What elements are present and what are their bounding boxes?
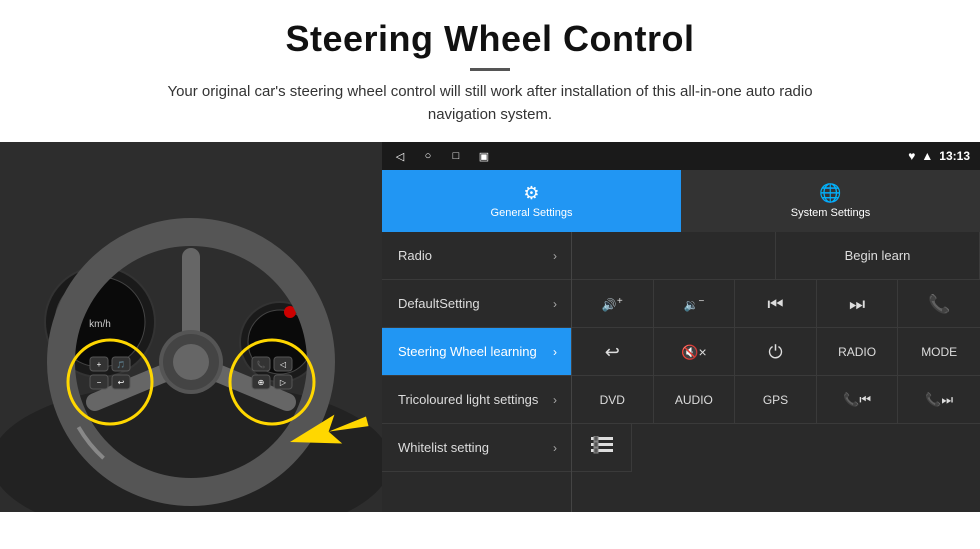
list-icon [591, 436, 613, 459]
system-settings-icon: 🌐 [819, 183, 841, 204]
header-divider [470, 68, 510, 71]
chevron-right-icon: › [553, 297, 557, 311]
screenshot-nav-icon[interactable]: ▣ [476, 148, 492, 164]
svg-text:▷: ▷ [280, 378, 287, 387]
menu-whitelist-label: Whitelist setting [398, 440, 489, 455]
tab-general-label: General Settings [491, 207, 573, 219]
wifi-icon: ♥ [908, 149, 915, 163]
main-content: km/h [0, 142, 980, 512]
controls-row-1: Begin learn [572, 232, 980, 280]
menu-item-default[interactable]: DefaultSetting › [382, 280, 571, 328]
power-button[interactable]: ⏻ [735, 328, 817, 376]
status-right: ♥ ▲ 13:13 [908, 149, 970, 163]
general-settings-icon: ⚙ [523, 183, 539, 204]
phone-icon: 📞 [928, 294, 950, 315]
menu-item-whitelist[interactable]: Whitelist setting › [382, 424, 571, 472]
vol-up-icon: 🔊+ [602, 296, 623, 312]
controls-row-2: 🔊+ 🔉− ⏮ ⏭ 📞 [572, 280, 980, 328]
tab-system-label: System Settings [791, 207, 870, 219]
page-title: Steering Wheel Control [20, 18, 960, 60]
steering-wheel-image: km/h [0, 142, 382, 512]
tel-next-button[interactable]: 📞⏭ [898, 376, 980, 424]
svg-text:◁: ◁ [280, 360, 287, 369]
content-area: Radio › DefaultSetting › Steering Wheel … [382, 232, 980, 512]
next-track-button[interactable]: ⏭ [817, 280, 899, 328]
menu-default-label: DefaultSetting [398, 296, 480, 311]
menu-steering-label: Steering Wheel learning [398, 344, 537, 359]
tab-system[interactable]: 🌐 System Settings [681, 170, 980, 232]
nav-icons: ◁ ○ □ ▣ [392, 148, 492, 164]
svg-text:⊕: ⊕ [258, 378, 265, 387]
begin-learn-button[interactable]: Begin learn [776, 232, 980, 279]
next-track-icon: ⏭ [849, 294, 865, 315]
mute-button[interactable]: 🔇× [654, 328, 736, 376]
mode-button[interactable]: MODE [898, 328, 980, 376]
tel-next-icon: 📞⏭ [925, 392, 953, 408]
menu-item-steering[interactable]: Steering Wheel learning › [382, 328, 571, 376]
recent-nav-icon[interactable]: □ [448, 148, 464, 164]
power-icon: ⏻ [768, 342, 782, 363]
empty-cell [572, 232, 776, 279]
svg-text:🎵: 🎵 [117, 360, 126, 369]
chevron-right-icon: › [553, 393, 557, 407]
svg-text:km/h: km/h [89, 319, 111, 330]
gps-button[interactable]: GPS [735, 376, 817, 424]
audio-button[interactable]: AUDIO [654, 376, 736, 424]
radio-button[interactable]: RADIO [817, 328, 899, 376]
left-menu: Radio › DefaultSetting › Steering Wheel … [382, 232, 572, 512]
svg-text:↩: ↩ [118, 378, 125, 387]
hang-up-button[interactable]: ↩ [572, 328, 654, 376]
hang-up-icon: ↩ [605, 342, 620, 363]
signal-icon: ▲ [921, 149, 933, 163]
mode-label: MODE [921, 345, 957, 359]
dvd-button[interactable]: DVD [572, 376, 654, 424]
prev-track-button[interactable]: ⏮ [735, 280, 817, 328]
chevron-right-icon: › [553, 345, 557, 359]
tab-bar: ⚙ General Settings 🌐 System Settings [382, 170, 980, 232]
head-unit-panel: ◁ ○ □ ▣ ♥ ▲ 13:13 ⚙ General Settings [382, 142, 980, 512]
mute-icon: 🔇× [681, 344, 707, 361]
tab-general[interactable]: ⚙ General Settings [382, 170, 681, 232]
phone-button[interactable]: 📞 [898, 280, 980, 328]
status-bar: ◁ ○ □ ▣ ♥ ▲ 13:13 [382, 142, 980, 170]
home-nav-icon[interactable]: ○ [420, 148, 436, 164]
begin-learn-label: Begin learn [845, 248, 911, 263]
svg-text:+: + [97, 360, 102, 369]
tel-prev-icon: 📞⏮ [843, 392, 871, 408]
right-controls: Begin learn 🔊+ 🔉− ⏮ [572, 232, 980, 512]
menu-item-tricoloured[interactable]: Tricoloured light settings › [382, 376, 571, 424]
back-nav-icon[interactable]: ◁ [392, 148, 408, 164]
page-header: Steering Wheel Control Your original car… [0, 0, 980, 138]
chevron-right-icon: › [553, 441, 557, 455]
header-subtitle: Your original car's steering wheel contr… [140, 81, 840, 126]
svg-text:−: − [97, 378, 102, 387]
chevron-right-icon: › [553, 249, 557, 263]
controls-row-3: ↩ 🔇× ⏻ RADIO MODE [572, 328, 980, 376]
controls-row-5 [572, 424, 980, 472]
gps-label: GPS [763, 393, 788, 407]
tel-prev-button[interactable]: 📞⏮ [817, 376, 899, 424]
time-display: 13:13 [939, 149, 970, 163]
list-icon-button[interactable] [572, 424, 632, 472]
radio-label: RADIO [838, 345, 876, 359]
prev-track-icon: ⏮ [767, 294, 783, 315]
vol-up-button[interactable]: 🔊+ [572, 280, 654, 328]
menu-tricoloured-label: Tricoloured light settings [398, 392, 538, 407]
page-container: Steering Wheel Control Your original car… [0, 0, 980, 512]
svg-text:📞: 📞 [257, 360, 266, 369]
audio-label: AUDIO [675, 393, 713, 407]
vol-down-button[interactable]: 🔉− [654, 280, 736, 328]
menu-radio-label: Radio [398, 248, 432, 263]
menu-item-radio[interactable]: Radio › [382, 232, 571, 280]
vol-down-icon: 🔉− [683, 296, 704, 312]
controls-row-4: DVD AUDIO GPS 📞⏮ 📞⏭ [572, 376, 980, 424]
dvd-label: DVD [600, 393, 625, 407]
